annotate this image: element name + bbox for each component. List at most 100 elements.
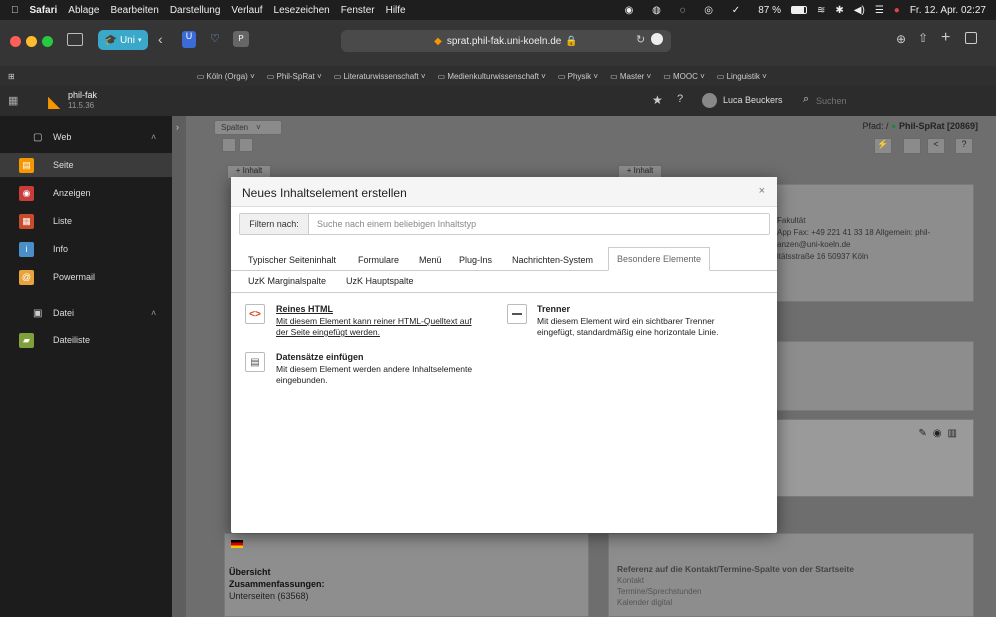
fav-literaturwissenschaft[interactable]: ▭ Literaturwissenschaft ˅ (334, 72, 426, 81)
tab-typischer-seiteninhalt[interactable]: Typischer Seiteninhalt (248, 255, 336, 265)
new-tab-icon[interactable]: + (941, 29, 950, 47)
graduation-cap-icon: 🎓 (104, 34, 117, 46)
element-reines-html[interactable]: <> Reines HTML Mit diesem Element kann r… (245, 303, 499, 343)
pagetree-collapsed[interactable]: › (172, 116, 186, 617)
typo3-logo-icon[interactable]: ◣ (48, 92, 60, 112)
content-card-uebersicht[interactable]: Übersicht Zusammenfassungen: Unterseiten… (224, 533, 589, 617)
columns-select[interactable]: Spalten ˅ (214, 120, 282, 135)
flag-de-icon (231, 540, 243, 548)
fav-phil-sprat[interactable]: ▭ Phil-SpRat ˅ (267, 72, 322, 81)
element-title[interactable]: Datensätze einfügen (276, 352, 364, 362)
element-desc: eingebunden. (276, 375, 328, 385)
menu-fenster[interactable]: Fenster (341, 5, 375, 16)
sidebar-item-dateiliste[interactable]: ▰ Dateiliste (0, 328, 172, 352)
menu-darstellung[interactable]: Darstellung (170, 5, 221, 16)
username[interactable]: Luca Beuckers (723, 95, 783, 105)
ublock-icon[interactable]: U (182, 31, 196, 48)
menu-verlauf[interactable]: Verlauf (231, 5, 262, 16)
back-arrow-icon[interactable]: ‹ (158, 31, 163, 47)
menu-bearbeiten[interactable]: Bearbeiten (110, 5, 158, 16)
help-icon[interactable]: ? (677, 93, 683, 105)
menubar-clock[interactable]: Fr. 12. Apr. 02:27 (910, 5, 986, 16)
fav-mooc[interactable]: ▭ MOOC ˅ (663, 72, 705, 81)
tab-overview-icon[interactable] (965, 32, 977, 44)
control-center-icon[interactable]: ☰ (875, 5, 884, 16)
window-minimize-button[interactable] (26, 36, 37, 47)
reload-icon[interactable]: ↻ (636, 33, 645, 46)
reference-link[interactable]: Termine/Sprechstunden (617, 587, 702, 596)
module-sidebar: ▢ Web ˄ ▤ Seite ◉ Anzeigen ▦ Liste i Inf… (0, 116, 172, 617)
menu-app-safari[interactable]: Safari (30, 5, 58, 16)
typo3-version: 11.5.36 (68, 101, 95, 110)
fav-physik[interactable]: ▭ Physik ˅ (558, 72, 598, 81)
bluetooth-icon[interactable]: ✱ (835, 5, 843, 16)
typo3-topbar: ▦ ◣ phil-fak 11.5.36 ★ ? Luca Beuckers ⌕ (0, 86, 996, 116)
tab-formulare[interactable]: Formulare (358, 255, 399, 265)
heart-extension-icon[interactable]: ♡ (210, 32, 220, 45)
edit-page-icon[interactable] (239, 138, 253, 152)
sidebar-item-anzeigen[interactable]: ◉ Anzeigen (0, 181, 172, 205)
element-datensaetze-einfuegen[interactable]: ▤ Datensätze einfügen Mit diesem Element… (245, 351, 499, 391)
fav-master[interactable]: ▭ Master ˅ (610, 72, 651, 81)
status-icons[interactable]: ◉ ◍ ◌ ◎ ✓ (625, 5, 749, 16)
tab-besondere-elemente[interactable]: Besondere Elemente (608, 247, 710, 271)
sidebar-item-seite[interactable]: ▤ Seite (0, 153, 172, 177)
fav-medienkulturwissenschaft[interactable]: ▭ Medienkulturwissenschaft ˅ (438, 72, 546, 81)
sidebar-group-datei[interactable]: ▣ Datei ˄ (0, 301, 172, 325)
element-title[interactable]: Trenner (537, 304, 570, 314)
view-icon[interactable] (222, 138, 236, 152)
download-icon[interactable]: ⊕ (896, 32, 906, 46)
tab-uzk-hauptspalte[interactable]: UzK Hauptspalte (346, 276, 414, 286)
element-title[interactable]: Reines HTML (276, 304, 333, 314)
battery-icon[interactable] (791, 6, 807, 14)
topbar-search-input[interactable] (816, 94, 906, 108)
page-outline-icon: ▢ (33, 131, 43, 143)
reference-link[interactable]: Kalender digital (617, 598, 672, 607)
bookmark-star-icon[interactable]: ★ (652, 93, 663, 107)
help-icon[interactable]: ? (955, 138, 973, 154)
flash-icon[interactable]: ⚡ (874, 138, 892, 154)
tab-plug-ins[interactable]: Plug-Ins (459, 255, 492, 265)
list-icon: ▦ (19, 213, 34, 229)
close-icon[interactable]: × (759, 185, 765, 197)
sidebar-item-liste[interactable]: ▦ Liste (0, 209, 172, 233)
info-icon: i (19, 241, 34, 257)
reference-link[interactable]: Kontakt (617, 576, 644, 585)
user-avatar[interactable] (702, 93, 717, 108)
tab-nachrichten-system[interactable]: Nachrichten-System (512, 255, 593, 265)
sidebar-toggle-icon[interactable] (67, 33, 83, 46)
share-icon[interactable]: < (927, 138, 945, 154)
element-trenner[interactable]: Trenner Mit diesem Element wird ein sich… (507, 303, 769, 343)
tab-uzk-marginalspalte[interactable]: UzK Marginalspalte (248, 276, 326, 286)
share-icon[interactable]: ⇧ (918, 31, 928, 45)
menu-lesezeichen[interactable]: Lesezeichen (274, 5, 330, 16)
siri-icon[interactable]: ● (894, 5, 900, 16)
reader-icon[interactable] (651, 33, 663, 45)
volume-icon[interactable]: ◀) (854, 5, 865, 16)
sidebar-item-powermail[interactable]: @ Powermail (0, 265, 172, 289)
extension-p-icon[interactable]: P (233, 31, 249, 47)
menu-hilfe[interactable]: Hilfe (386, 5, 406, 16)
window-close-button[interactable] (10, 36, 21, 47)
image-outline-icon: ▣ (33, 307, 43, 319)
apple-icon[interactable]:  (11, 5, 19, 16)
sidebar-item-info[interactable]: i Info (0, 237, 172, 261)
menu-ablage[interactable]: Ablage (68, 5, 99, 16)
divider-icon (507, 304, 527, 324)
sidebar-group-web[interactable]: ▢ Web ˄ (0, 125, 172, 149)
wifi-icon[interactable]: ≋ (817, 5, 825, 16)
page-properties-icon[interactable] (903, 138, 921, 154)
tab-menue[interactable]: Menü (419, 255, 442, 265)
breadcrumb: Pfad: / ● Phil-SpRat [20869] (862, 121, 978, 131)
profile-switcher[interactable]: 🎓 Uni ▾ (98, 30, 148, 50)
fav-koeln-orga[interactable]: ▭ Köln (Orga) ˅ (197, 72, 255, 81)
card-actions-icons[interactable]: ✎◉▥ (918, 428, 963, 439)
grid-icon[interactable]: ⊞ (8, 72, 15, 81)
content-card-reference[interactable]: Referenz auf die Kontakt/Termine-Spalte … (608, 533, 974, 617)
address-bar[interactable]: ◆ sprat.phil-fak.uni-koeln.de 🔒 (341, 30, 671, 52)
filter-search-input[interactable] (309, 214, 769, 234)
search-icon[interactable]: ⌕ (803, 93, 809, 106)
fav-linguistik[interactable]: ▭ Linguistik ˅ (717, 72, 767, 81)
module-menu-toggle-icon[interactable]: ▦ (8, 94, 18, 107)
window-zoom-button[interactable] (42, 36, 53, 47)
